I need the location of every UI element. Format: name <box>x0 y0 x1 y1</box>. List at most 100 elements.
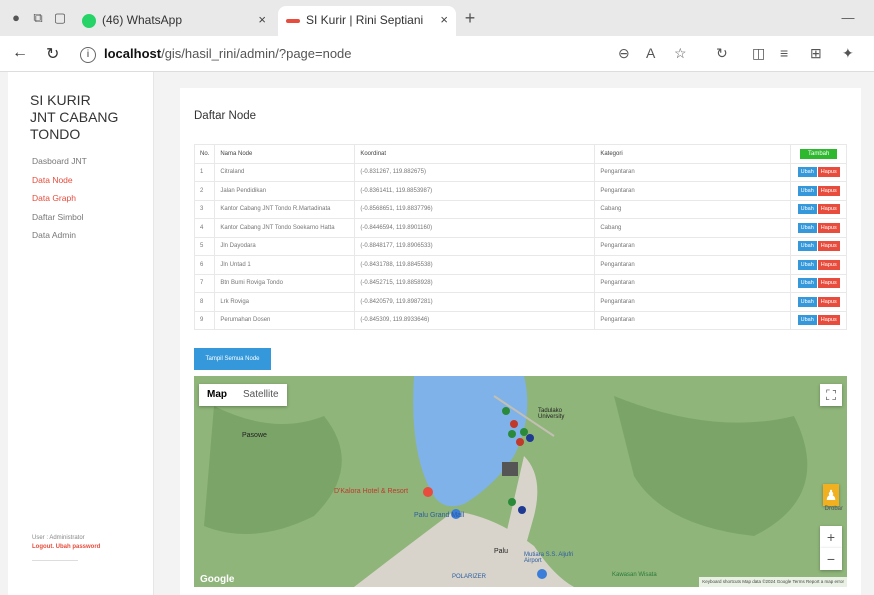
cell-no: 7 <box>193 273 216 293</box>
delete-button[interactable]: Hapus <box>817 167 840 178</box>
table-row: 6 Jln Untad 1 (-0.8431788, 119.8845538) Pen… <box>193 255 847 275</box>
cell-nama-node: Jln Untad 1 <box>214 255 356 275</box>
cell-actions: Ubah Hapus <box>790 236 847 256</box>
map-footer[interactable]: Keyboard shortcuts Map data ©2024 Google… <box>699 577 847 587</box>
table-row: 1 Citraland (-0.831267, 119.882675) Pengant… <box>193 162 847 182</box>
map-view[interactable]: Map Satellite ⛶ ♟ + − Pasowe D'Kalora Ho… <box>194 376 847 587</box>
cell-kategori: Pengantaran <box>594 181 792 201</box>
address-bar: ← ↻ i localhost/gis/hasil_rini/admin/?pag… <box>0 36 874 72</box>
new-tab-button[interactable]: + <box>462 9 478 27</box>
delete-button[interactable]: Hapus <box>817 222 840 233</box>
edit-button[interactable]: Ubah <box>797 222 817 233</box>
minimize-button[interactable]: — <box>840 10 856 26</box>
show-all-nodes-button[interactable]: Tampil Semua Node <box>194 348 271 370</box>
cell-nama-node: Kantor Cabang JNT Tondo R.Martadinata <box>214 199 356 219</box>
delete-button[interactable]: Hapus <box>817 259 840 270</box>
info-icon[interactable]: i <box>80 46 96 63</box>
extensions-icon[interactable]: ↻ <box>716 45 728 62</box>
site-favicon-icon <box>286 19 300 23</box>
copilot-icon[interactable]: ✦ <box>842 45 854 62</box>
cell-actions: Ubah Hapus <box>790 273 847 293</box>
google-logo: Google <box>200 574 235 585</box>
node-table: No. Nama Node Koordinat Kategori Tambah … <box>193 144 847 330</box>
back-icon[interactable]: ← <box>12 44 28 62</box>
marker-icon <box>516 438 524 446</box>
cell-actions: Ubah Hapus <box>790 162 847 182</box>
col-kategori: Kategori <box>594 144 792 164</box>
tab-actions-icon[interactable]: ▢ <box>52 10 68 26</box>
delete-button[interactable]: Hapus <box>817 241 840 252</box>
table-header-row: No. Nama Node Koordinat Kategori Tambah <box>193 144 847 164</box>
cell-no: 8 <box>193 292 216 312</box>
profile-icon[interactable]: ● <box>8 10 24 26</box>
map-label-mall: Palu Grand Mall <box>414 512 465 519</box>
airport-pin-icon <box>537 569 547 579</box>
map-label-kawasan: Kawasan Wisata <box>612 572 657 578</box>
cell-koordinat: (-0.8361411, 119.8853987) <box>354 181 596 201</box>
street-view-pegman-icon[interactable]: ♟ <box>823 484 839 506</box>
refresh-icon[interactable]: ↻ <box>46 44 59 64</box>
edit-button[interactable]: Ubah <box>797 278 817 289</box>
zoom-icon[interactable]: ⊖ <box>618 45 630 62</box>
user-info: User : Administrator Logout. Ubah passwo… <box>32 535 101 550</box>
delete-button[interactable]: Hapus <box>817 315 840 326</box>
read-aloud-icon[interactable]: A <box>646 45 655 61</box>
edit-button[interactable]: Ubah <box>797 204 817 215</box>
url-field[interactable]: i localhost/gis/hasil_rini/admin/?page=no… <box>80 43 620 65</box>
close-tab-icon[interactable]: × <box>258 6 266 34</box>
delete-button[interactable]: Hapus <box>817 204 840 215</box>
main-panel: Daftar Node No. Nama Node Koordinat Kate… <box>180 88 861 595</box>
sidebar-item-data-admin[interactable]: Data Admin <box>32 226 87 245</box>
cell-no: 2 <box>193 181 216 201</box>
sidebar-item-daftar-simbol[interactable]: Daftar Simbol <box>32 208 87 227</box>
favorites-icon[interactable]: ≡ <box>780 45 788 61</box>
fullscreen-button[interactable]: ⛶ <box>820 384 842 406</box>
cell-kategori: Pengantaran <box>594 273 792 293</box>
col-nama-node: Nama Node <box>214 144 356 164</box>
table-row: 3 Kantor Cabang JNT Tondo R.Martadinata (-… <box>193 199 847 219</box>
edit-button[interactable]: Ubah <box>797 315 817 326</box>
map-label-polarizer: POLARIZER <box>452 574 487 580</box>
tab-si-kurir[interactable]: SI Kurir | Rini Septiani × <box>278 6 456 36</box>
sidebar-item-dashboard[interactable]: Dasboard JNT <box>32 152 87 171</box>
change-password-link[interactable]: Ubah password <box>56 544 101 550</box>
map-label-pasowe: Pasowe <box>242 432 267 439</box>
cell-actions: Ubah Hapus <box>790 218 847 238</box>
zoom-out-button[interactable]: − <box>820 548 842 570</box>
map-type-satellite-button[interactable]: Satellite <box>235 384 287 406</box>
cell-koordinat: (-0.8431788, 119.8845538) <box>354 255 596 275</box>
marker-icon <box>508 498 516 506</box>
marker-icon <box>526 434 534 442</box>
map-type-map-button[interactable]: Map <box>199 384 235 406</box>
divider <box>32 560 78 561</box>
edit-button[interactable]: Ubah <box>797 185 817 196</box>
sidebar-item-data-node[interactable]: Data Node <box>32 171 87 190</box>
favorite-star-icon[interactable]: ☆ <box>674 45 687 62</box>
cell-actions: Ubah Hapus <box>790 255 847 275</box>
delete-button[interactable]: Hapus <box>817 185 840 196</box>
marker-icon <box>508 430 516 438</box>
split-screen-icon[interactable]: ◫ <box>752 45 765 62</box>
sidebar-item-data-graph[interactable]: Data Graph <box>32 189 87 208</box>
logout-link[interactable]: Logout <box>32 544 52 550</box>
col-no: No. <box>193 144 216 164</box>
cell-koordinat: (-0.8446594, 119.8901160) <box>354 218 596 238</box>
delete-button[interactable]: Hapus <box>817 296 840 307</box>
cell-no: 9 <box>193 310 216 330</box>
tab-whatsapp[interactable]: (46) WhatsApp × <box>74 6 274 36</box>
edit-button[interactable]: Ubah <box>797 296 817 307</box>
map-label-airport: Mutiara S.S. Aljufri Airport <box>524 552 574 564</box>
zoom-in-button[interactable]: + <box>820 526 842 548</box>
cell-kategori: Pengantaran <box>594 255 792 275</box>
edit-button[interactable]: Ubah <box>797 259 817 270</box>
delete-button[interactable]: Hapus <box>817 278 840 289</box>
marker-icon <box>520 428 528 436</box>
close-tab-icon[interactable]: × <box>440 6 448 34</box>
cell-kategori: Cabang <box>594 218 792 238</box>
add-button[interactable]: Tambah <box>799 148 838 159</box>
collections-icon[interactable]: ⧉ <box>30 10 46 26</box>
edit-button[interactable]: Ubah <box>797 241 817 252</box>
edit-button[interactable]: Ubah <box>797 167 817 178</box>
collections-toolbar-icon[interactable]: ⊞ <box>810 45 822 62</box>
cell-nama-node: Jln Dayodara <box>214 236 356 256</box>
